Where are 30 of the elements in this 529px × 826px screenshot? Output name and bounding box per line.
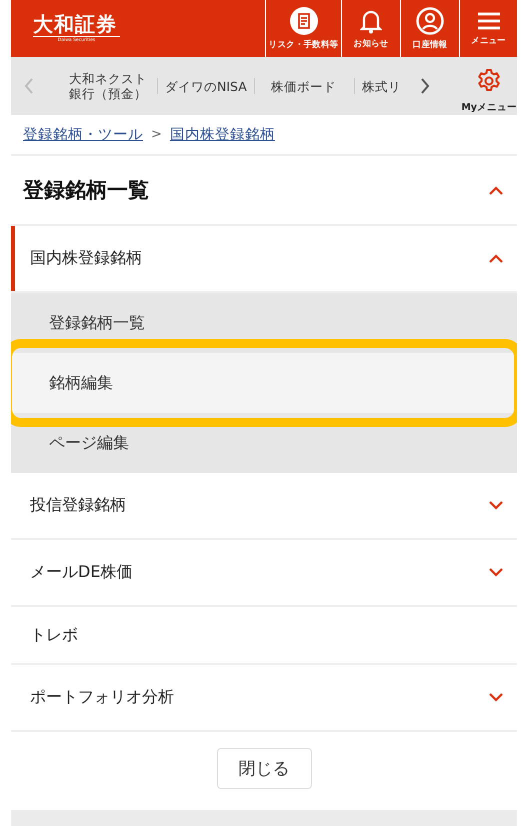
user-icon bbox=[416, 6, 444, 34]
submenu-link[interactable]: 登録銘柄一覧 bbox=[49, 312, 145, 334]
chevron-right-icon[interactable] bbox=[420, 78, 430, 94]
nav-link[interactable]: ダイワのNISA bbox=[165, 78, 247, 94]
menu-link[interactable]: 国内株登録銘柄 bbox=[30, 248, 142, 269]
section-title: 登録銘柄一覧 bbox=[23, 177, 149, 204]
my-menu-button[interactable]: Myメニュー bbox=[461, 68, 517, 114]
breadcrumb-link[interactable]: 登録銘柄・ツール bbox=[23, 125, 143, 144]
menu-link[interactable]: ポートフォリオ分析 bbox=[30, 687, 174, 708]
nav-link[interactable]: 大和ネクスト銀行（預金） bbox=[69, 71, 150, 101]
header-button[interactable]: リスク・手数料等 bbox=[265, 0, 341, 57]
submenu-link[interactable]: ページ編集 bbox=[49, 432, 129, 454]
chevron-up-icon bbox=[489, 186, 503, 194]
nav-link[interactable]: 株価ボード bbox=[270, 78, 336, 94]
nav-link[interactable]: 株式リ bbox=[362, 78, 401, 94]
menu-link[interactable]: メールDE株価 bbox=[30, 562, 132, 583]
chevron-down-icon bbox=[489, 501, 503, 510]
breadcrumb-separator: > bbox=[151, 127, 162, 142]
logo[interactable]: 大和証券 bbox=[33, 14, 120, 37]
submenu-link[interactable]: 銘柄編集 bbox=[49, 372, 113, 394]
settings-icon bbox=[477, 68, 502, 92]
close-button[interactable]: 閉じる bbox=[216, 748, 312, 789]
menu-link[interactable]: 投信登録銘柄 bbox=[30, 495, 126, 516]
document-icon bbox=[290, 6, 318, 34]
menu-icon bbox=[476, 10, 500, 30]
chevron-up-icon bbox=[489, 254, 503, 263]
chevron-down-icon bbox=[489, 693, 503, 702]
chevron-down-icon bbox=[489, 568, 503, 577]
breadcrumb-link[interactable]: 国内株登録銘柄 bbox=[170, 125, 275, 144]
menu-link[interactable]: トレボ bbox=[30, 624, 78, 646]
